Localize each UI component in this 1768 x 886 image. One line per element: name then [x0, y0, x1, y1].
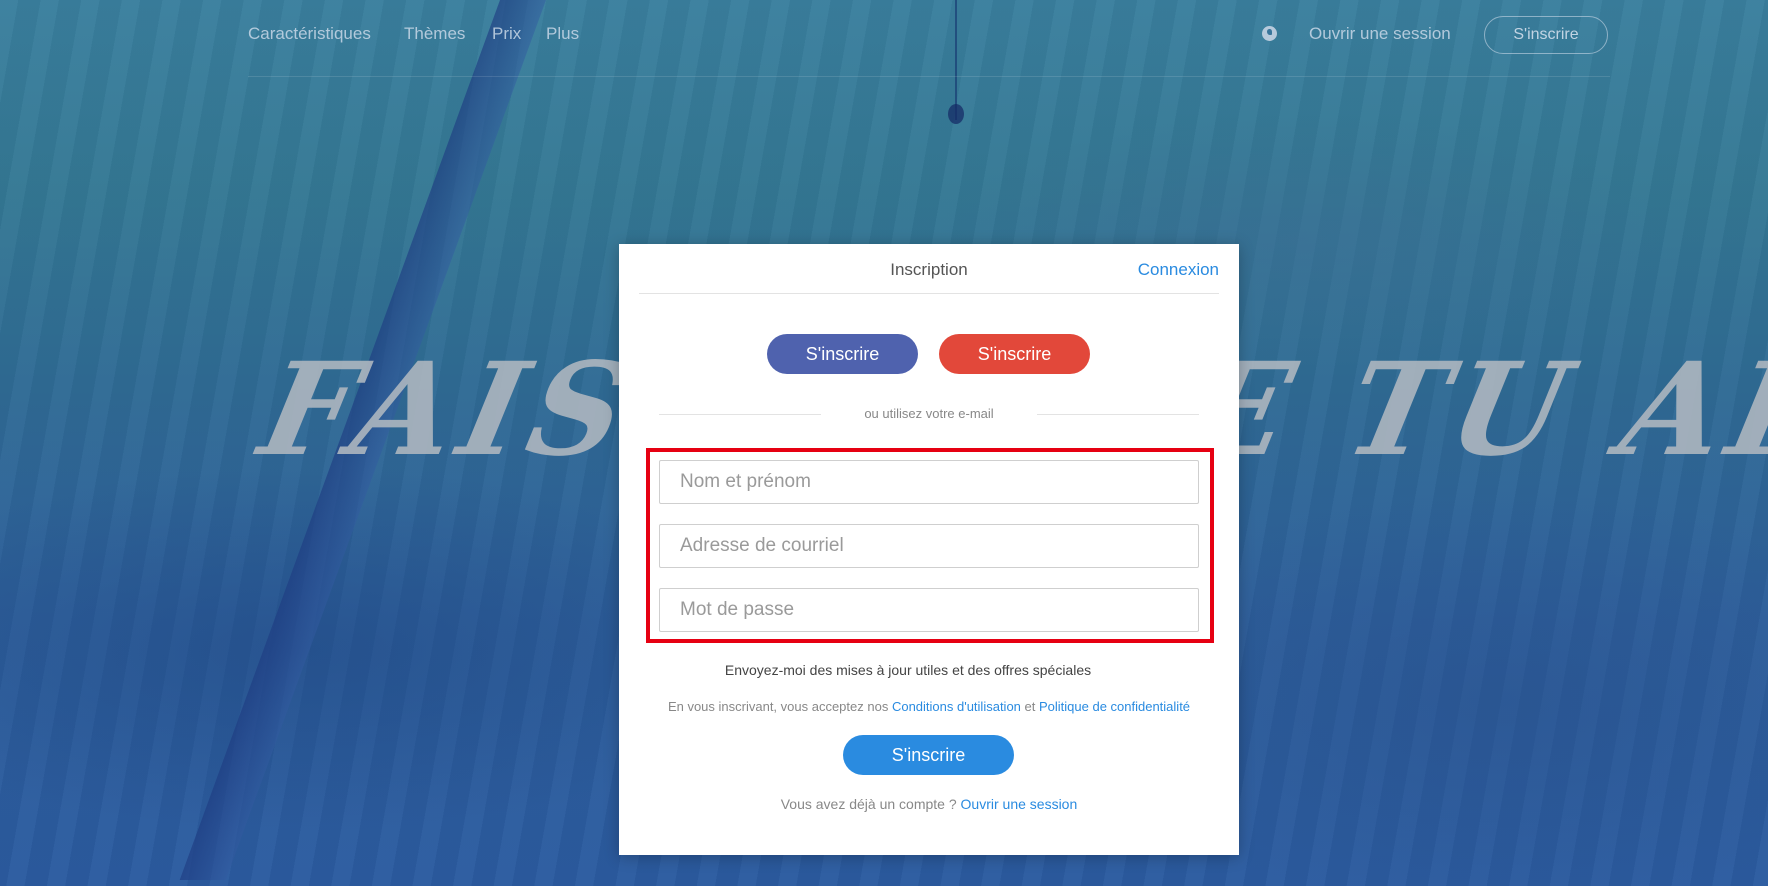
crane-hook	[948, 104, 964, 124]
facebook-signup-button[interactable]: S'inscrire	[767, 334, 918, 374]
terms-text: En vous inscrivant, vous acceptez nos Co…	[619, 699, 1239, 714]
divider-right	[1037, 414, 1199, 415]
password-field[interactable]	[659, 588, 1199, 632]
terms-prefix: En vous inscrivant, vous acceptez nos	[667, 699, 892, 714]
have-account-text: Vous avez déjà un compte ? Ouvrir une se…	[619, 796, 1239, 812]
signup-modal: Inscription Connexion S'inscrire S'inscr…	[619, 244, 1239, 855]
signup-submit-button[interactable]: S'inscrire	[843, 735, 1014, 775]
tab-divider	[639, 293, 1219, 294]
nav-item-features[interactable]: Caractéristiques	[248, 24, 371, 44]
nav-login-link[interactable]: Ouvrir une session	[1309, 24, 1451, 44]
email-field[interactable]	[659, 524, 1199, 568]
name-field[interactable]	[659, 460, 1199, 504]
have-account-label: Vous avez déjà un compte ?	[780, 796, 961, 812]
top-nav: Caractéristiques Thèmes Prix Plus Ouvrir…	[0, 0, 1768, 76]
google-signup-button[interactable]: S'inscrire	[939, 334, 1090, 374]
newsletter-optin[interactable]: Envoyez-moi des mises à jour utiles et d…	[619, 662, 1197, 678]
terms-and: et	[1020, 699, 1039, 714]
terms-link[interactable]: Conditions d'utilisation	[892, 699, 1021, 714]
nav-item-pricing[interactable]: Prix	[492, 24, 521, 44]
nav-divider	[248, 76, 1610, 77]
tab-login[interactable]: Connexion	[1138, 260, 1219, 280]
login-link[interactable]: Ouvrir une session	[961, 796, 1078, 812]
nav-item-themes[interactable]: Thèmes	[404, 24, 465, 44]
privacy-link[interactable]: Politique de confidentialité	[1039, 699, 1190, 714]
nav-signup-button[interactable]: S'inscrire	[1484, 16, 1608, 54]
nav-item-more[interactable]: Plus	[546, 24, 579, 44]
globe-icon[interactable]	[1262, 26, 1277, 41]
